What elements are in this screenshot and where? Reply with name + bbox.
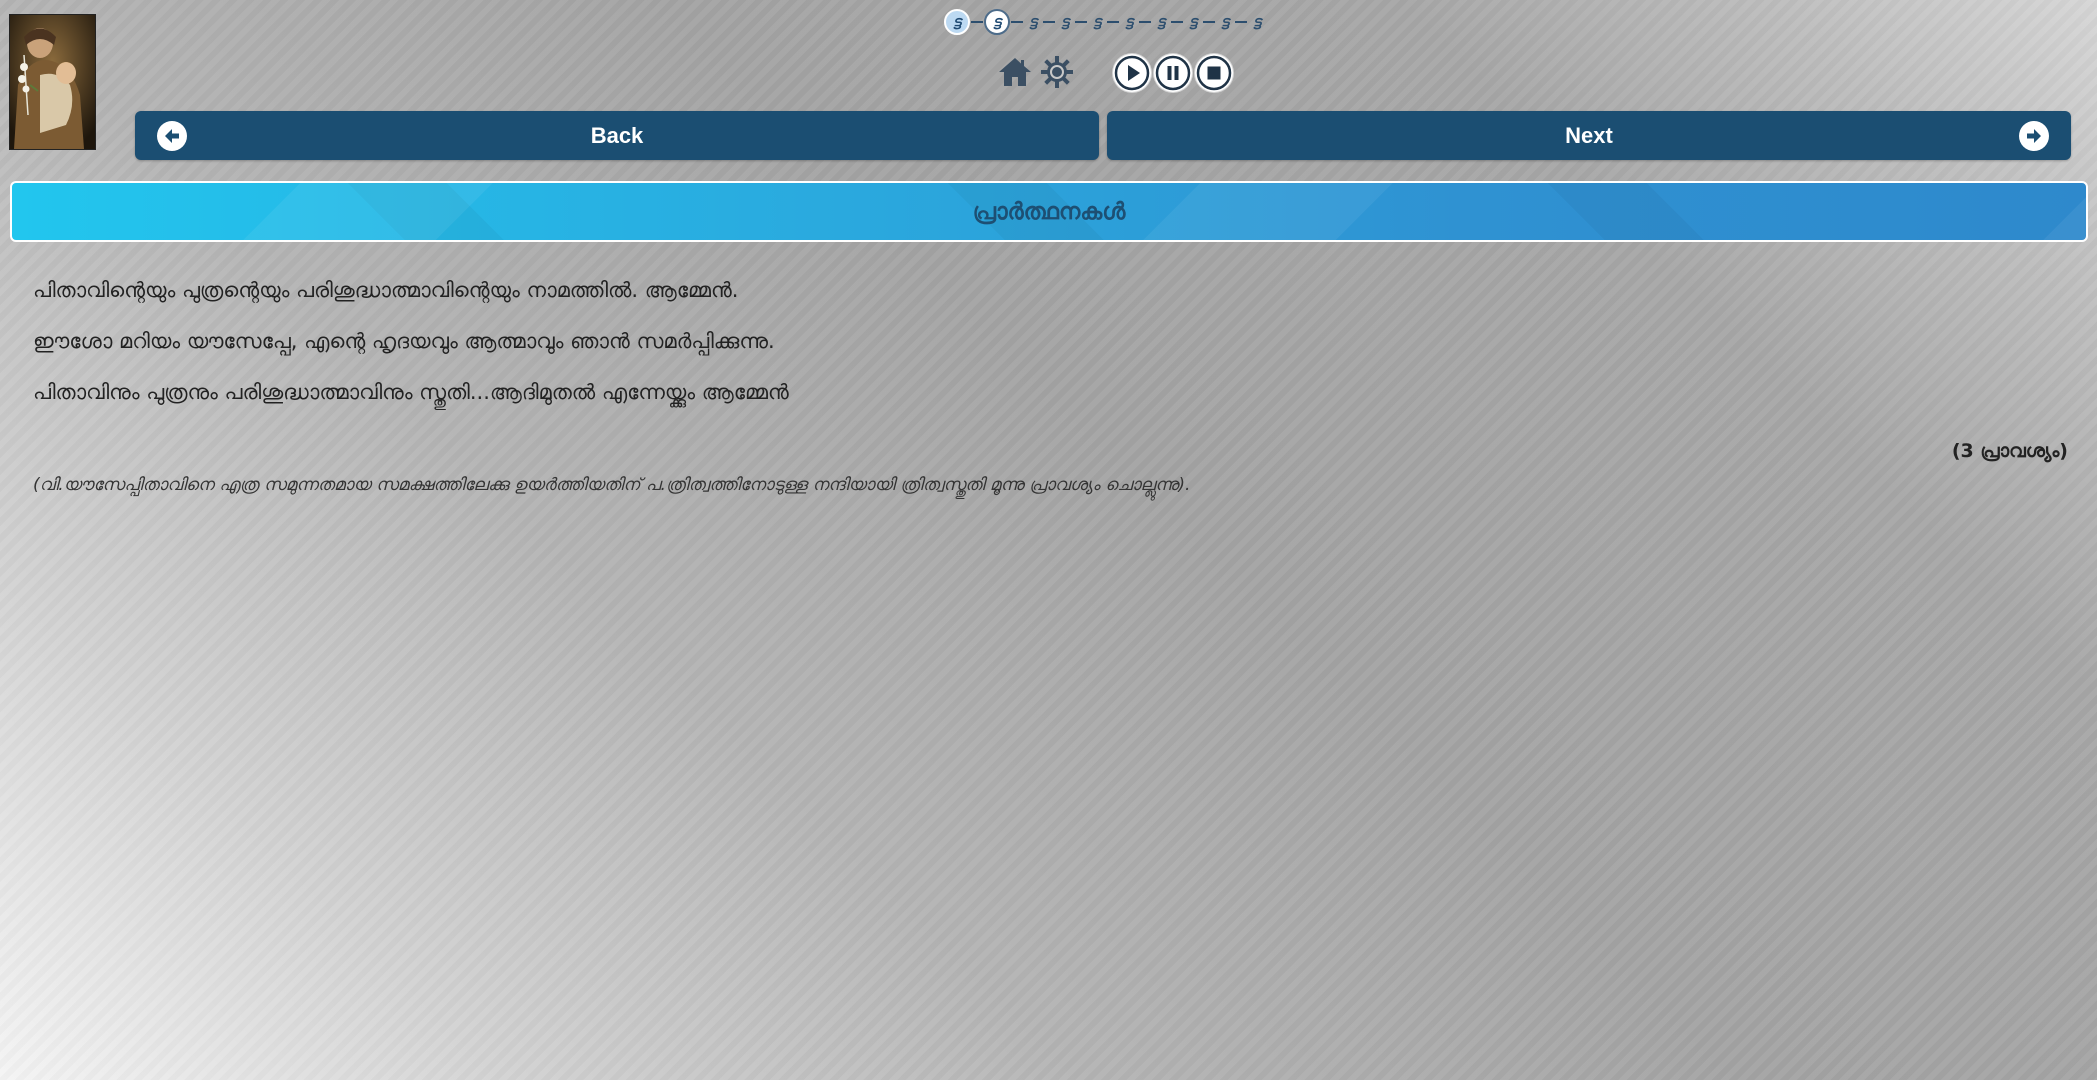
progress-step-5[interactable]: ട്ട — [1088, 9, 1106, 35]
progress-connector — [1203, 21, 1215, 23]
progress-connector — [1139, 21, 1151, 23]
progress-step-6[interactable]: ട്ട — [1120, 9, 1138, 35]
prayer-line: ഈശോ മറിയം യൗസേപ്പേ, എന്റെ ഹൃദയവും ആത്മാവ… — [33, 329, 775, 353]
arrow-left-circle-icon — [157, 121, 187, 151]
gear-icon — [1041, 56, 1073, 88]
home-button[interactable] — [996, 54, 1034, 90]
progress-step-4[interactable]: ട്ട — [1056, 9, 1074, 35]
progress-connector — [1043, 21, 1055, 23]
prayer-line: പിതാവിനും പുത്രനും പരിശുദ്ധാത്മാവിനും സ്… — [33, 380, 789, 404]
progress-connector — [971, 21, 983, 23]
play-button[interactable] — [1113, 54, 1151, 92]
progress-connector — [1011, 21, 1023, 23]
stop-icon — [1196, 55, 1232, 91]
settings-button[interactable] — [1038, 54, 1076, 90]
page-title: പ്രാർത്ഥനകൾ — [972, 198, 1126, 225]
step-progress: ട്ട ട്ട ട്ട ട്ട ട്ട ട്ട ട്ട ട്ട ട്ട ട്ട — [944, 8, 1266, 36]
prayer-content: പിതാവിന്റെയും പുത്രന്റെയും പരിശുദ്ധാത്മാ… — [33, 270, 2068, 495]
back-label: Back — [590, 122, 644, 148]
explanatory-note: (വി.യൗസേപ്പിതാവിനെ എത്ര സമുന്നതമായ സമക്ഷ… — [33, 475, 1191, 495]
progress-step-1[interactable]: ട്ട — [944, 9, 970, 35]
repeat-count-note: (3 പ്രാവശ്യം) — [1951, 440, 2068, 462]
next-button[interactable]: Next — [1107, 111, 2071, 160]
play-icon — [1114, 55, 1150, 91]
pause-button[interactable] — [1154, 54, 1192, 92]
toolbar — [0, 52, 2097, 92]
stop-button[interactable] — [1195, 54, 1233, 92]
progress-connector — [1171, 21, 1183, 23]
next-label: Next — [1565, 122, 1613, 148]
back-button[interactable]: Back — [135, 111, 1099, 160]
progress-step-9[interactable]: ട്ട — [1216, 9, 1234, 35]
progress-step-8[interactable]: ട്ട — [1184, 9, 1202, 35]
progress-connector — [1235, 21, 1247, 23]
progress-step-10[interactable]: ട്ട — [1248, 9, 1266, 35]
progress-step-3[interactable]: ട്ട — [1024, 9, 1042, 35]
home-icon — [999, 58, 1031, 86]
progress-connector — [1075, 21, 1087, 23]
progress-step-7[interactable]: ട്ട — [1152, 9, 1170, 35]
prayer-line: പിതാവിന്റെയും പുത്രന്റെയും പരിശുദ്ധാത്മാ… — [33, 278, 739, 302]
section-title-bar: പ്രാർത്ഥനകൾ — [10, 181, 2088, 242]
arrow-right-circle-icon — [2019, 121, 2049, 151]
progress-step-2[interactable]: ട്ട — [984, 9, 1010, 35]
progress-connector — [1107, 21, 1119, 23]
pause-icon — [1155, 55, 1191, 91]
